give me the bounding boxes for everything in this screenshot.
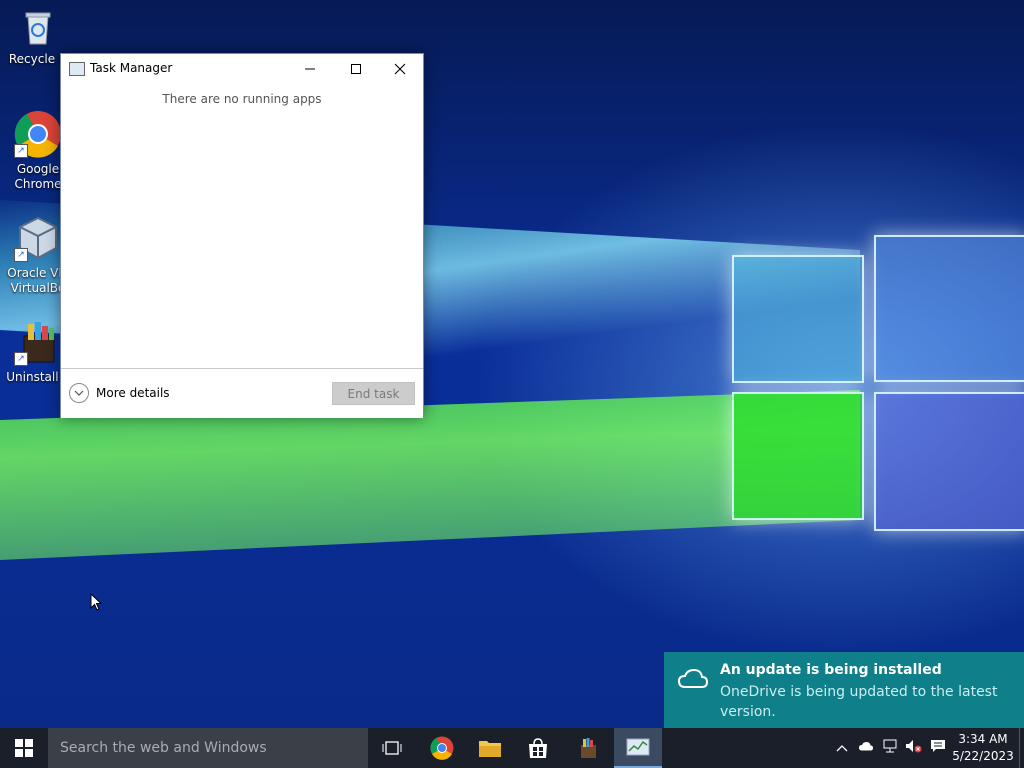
close-icon <box>394 63 406 75</box>
shortcut-arrow-icon: ↗ <box>14 248 28 262</box>
search-box[interactable]: Search the web and Windows <box>48 728 368 768</box>
show-desktop-button[interactable] <box>1019 728 1024 768</box>
notification-toast[interactable]: An update is being installed OneDrive is… <box>664 652 1024 728</box>
shortcut-arrow-icon: ↗ <box>14 352 28 366</box>
close-button[interactable] <box>377 54 423 84</box>
chrome-icon: ↗ <box>14 110 62 158</box>
chevron-down-icon <box>69 383 89 403</box>
uninstall-icon <box>581 738 596 758</box>
windows-logo-icon <box>15 739 33 757</box>
task-manager-icon <box>69 62 85 76</box>
toast-title: An update is being installed <box>720 662 942 678</box>
volume-muted-icon[interactable] <box>902 739 926 757</box>
maximize-icon <box>351 64 361 74</box>
end-task-button[interactable]: End task <box>332 382 415 405</box>
clock-time: 3:34 AM <box>958 732 1008 746</box>
window-title: Task Manager <box>90 61 173 75</box>
more-details-button[interactable]: More details <box>69 383 170 403</box>
task-manager-titlebar[interactable]: Task Manager <box>61 54 423 84</box>
system-tray <box>830 728 950 768</box>
taskbar-clock[interactable]: 3:34 AM 5/22/2023 <box>950 731 1016 765</box>
wallpaper-window-pane-top-right <box>874 235 1024 382</box>
more-details-label: More details <box>96 386 170 400</box>
wallpaper-window-pane-bottom-right <box>874 392 1024 531</box>
task-view-button[interactable] <box>368 728 416 768</box>
no-running-apps-message: There are no running apps <box>162 92 322 106</box>
action-center-icon[interactable] <box>926 739 950 757</box>
task-manager-window: Task Manager There are no running apps M… <box>60 53 424 418</box>
maximize-button[interactable] <box>333 54 379 84</box>
mouse-cursor-icon <box>90 593 102 611</box>
onedrive-cloud-icon <box>678 668 708 688</box>
store-bag-icon <box>529 738 547 758</box>
task-manager-icon <box>626 738 650 756</box>
virtualbox-icon: ↗ <box>14 214 62 262</box>
shortcut-arrow-icon: ↗ <box>14 144 28 158</box>
taskbar-task-manager[interactable] <box>614 728 662 768</box>
task-view-icon <box>382 741 402 755</box>
minimize-icon <box>305 68 315 70</box>
taskbar-uninstall-tool[interactable] <box>564 728 612 768</box>
network-icon[interactable] <box>878 739 902 757</box>
taskbar-file-explorer[interactable] <box>466 728 514 768</box>
folder-icon <box>479 741 501 757</box>
taskbar: Search the web and Windows 3:34 AM 5/22/… <box>0 728 1024 768</box>
recycle-bin-icon <box>18 8 58 48</box>
chevron-up-icon[interactable] <box>830 741 854 756</box>
start-button[interactable] <box>0 728 48 768</box>
minimize-button[interactable] <box>287 54 333 84</box>
onedrive-tray-icon[interactable] <box>854 741 878 756</box>
toast-body: OneDrive is being updated to the latest … <box>720 684 998 720</box>
taskbar-store[interactable] <box>514 728 562 768</box>
task-manager-footer: More details End task <box>61 368 423 418</box>
wallpaper-window-pane-bottom-left <box>732 392 864 520</box>
taskbar-chrome[interactable] <box>418 728 466 768</box>
chrome-icon <box>430 736 454 760</box>
clock-date: 5/22/2023 <box>952 749 1014 763</box>
uninstall-icon: ↗ <box>14 318 62 366</box>
wallpaper-window-pane-top-left <box>732 255 864 383</box>
